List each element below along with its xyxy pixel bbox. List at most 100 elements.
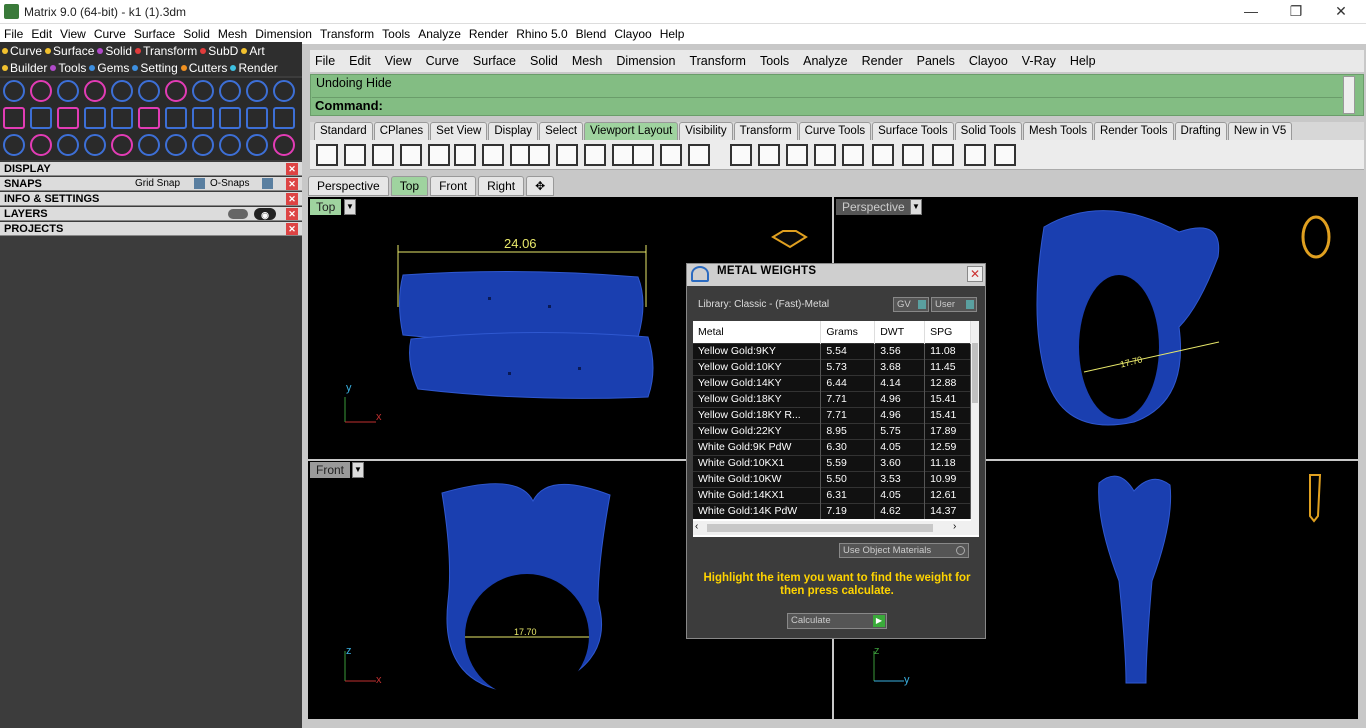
viewport-tab-top[interactable]: Top xyxy=(390,176,429,196)
menu-item-solid[interactable]: Solid xyxy=(183,27,210,41)
gv-toggle[interactable]: GV xyxy=(893,297,929,312)
layout-tool-icon[interactable] xyxy=(528,144,550,166)
matrix-tool-icon[interactable] xyxy=(3,107,25,129)
matrix-tool-icon[interactable] xyxy=(192,107,214,129)
matrix-tool-icon[interactable] xyxy=(192,134,214,156)
toolbar-tab-transform[interactable]: Transform xyxy=(733,122,798,140)
osnaps-toggle[interactable]: O-Snaps xyxy=(210,177,249,191)
matrix-tool-icon[interactable] xyxy=(192,80,214,102)
menu-item-mesh[interactable]: Mesh xyxy=(218,27,247,41)
toolbar-tab-visibility[interactable]: Visibility xyxy=(679,122,733,140)
toolbar-tab-display[interactable]: Display xyxy=(488,122,539,140)
layout-tool-icon[interactable] xyxy=(316,144,338,166)
layers-section[interactable]: LAYERS ◉ ✕ xyxy=(0,207,302,221)
matrix-tool-icon[interactable] xyxy=(219,134,241,156)
layout-tool-icon[interactable] xyxy=(902,144,924,166)
matrix-tab-setting[interactable]: Setting xyxy=(132,61,178,75)
layout-tool-icon[interactable] xyxy=(730,144,752,166)
toolbar-tab-new-in-v5[interactable]: New in V5 xyxy=(1227,122,1293,140)
maximize-button[interactable]: ❐ xyxy=(1273,0,1319,24)
grid-snap-toggle[interactable]: Grid Snap xyxy=(135,177,180,191)
viewport-tab-front[interactable]: Front xyxy=(430,176,477,196)
column-header-metal[interactable]: Metal xyxy=(693,321,822,343)
lock-icon[interactable] xyxy=(228,209,248,219)
chevron-left-icon[interactable]: ‹ xyxy=(695,521,698,532)
matrix-tool-icon[interactable] xyxy=(273,134,295,156)
matrix-tool-icon[interactable] xyxy=(165,134,187,156)
column-header-dwt[interactable]: DWT xyxy=(874,321,926,343)
matrix-tool-icon[interactable] xyxy=(3,80,25,102)
menu-item-curve[interactable]: Curve xyxy=(94,27,126,41)
table-hscrollbar[interactable]: ‹ › xyxy=(693,521,979,535)
layout-tool-icon[interactable] xyxy=(344,144,366,166)
matrix-tool-icon[interactable] xyxy=(219,107,241,129)
table-row[interactable]: White Gold:10KW 5.50 3.53 10.99 xyxy=(693,470,971,487)
menu-item-rhino-5-0[interactable]: Rhino 5.0 xyxy=(516,27,567,41)
layout-tool-icon[interactable] xyxy=(994,144,1016,166)
layout-tool-icon[interactable] xyxy=(842,144,864,166)
matrix-tab-render[interactable]: Render xyxy=(230,61,278,75)
matrix-tab-gems[interactable]: Gems xyxy=(89,61,129,75)
table-row[interactable]: Yellow Gold:9KY 5.54 3.56 11.08 xyxy=(693,342,971,359)
toolbar-tab-set-view[interactable]: Set View xyxy=(430,122,488,140)
matrix-tool-icon[interactable] xyxy=(84,134,106,156)
layout-tool-icon[interactable] xyxy=(612,144,634,166)
toolbar-tab-curve-tools[interactable]: Curve Tools xyxy=(798,122,872,140)
matrix-tool-icon[interactable] xyxy=(111,80,133,102)
table-row[interactable]: Yellow Gold:22KY 8.95 5.75 17.89 xyxy=(693,422,971,439)
user-toggle[interactable]: User xyxy=(931,297,977,312)
matrix-tab-surface[interactable]: Surface xyxy=(45,44,94,58)
menu-item-analyze[interactable]: Analyze xyxy=(418,27,461,41)
table-row[interactable]: White Gold:14KX1 6.31 4.05 12.61 xyxy=(693,486,971,503)
column-header-grams[interactable]: Grams xyxy=(820,321,876,343)
minimize-button[interactable]: — xyxy=(1228,0,1274,24)
toolbar-tab-viewport-layout[interactable]: Viewport Layout xyxy=(584,122,679,140)
rhino-menu-mesh[interactable]: Mesh xyxy=(572,54,603,68)
close-icon[interactable]: ✕ xyxy=(286,208,298,220)
rhino-menu-solid[interactable]: Solid xyxy=(530,54,558,68)
rhino-menu-tools[interactable]: Tools xyxy=(760,54,789,68)
matrix-tool-icon[interactable] xyxy=(57,134,79,156)
viewport-tab-perspective[interactable]: Perspective xyxy=(308,176,389,196)
toolbar-tab-surface-tools[interactable]: Surface Tools xyxy=(872,122,954,140)
chevron-right-icon[interactable]: › xyxy=(953,521,956,532)
layout-tool-icon[interactable] xyxy=(584,144,606,166)
close-icon[interactable]: ✕ xyxy=(286,163,298,175)
menu-item-view[interactable]: View xyxy=(60,27,86,41)
display-section[interactable]: DISPLAY ✕ xyxy=(0,162,302,176)
rhino-menu-view[interactable]: View xyxy=(385,54,412,68)
add-viewport-icon[interactable]: ✥ xyxy=(526,176,555,196)
menu-item-edit[interactable]: Edit xyxy=(31,27,52,41)
matrix-tool-icon[interactable] xyxy=(273,107,295,129)
menu-item-clayoo[interactable]: Clayoo xyxy=(614,27,651,41)
table-row[interactable]: Yellow Gold:10KY 5.73 3.68 11.45 xyxy=(693,358,971,375)
layout-tool-icon[interactable] xyxy=(482,144,504,166)
menu-item-dimension[interactable]: Dimension xyxy=(255,27,312,41)
rhino-menu-clayoo[interactable]: Clayoo xyxy=(969,54,1008,68)
metal-table[interactable]: Metal Grams DWT SPG Yellow Gold:9KY 5.54 3.56… xyxy=(693,321,979,537)
table-row[interactable]: White Gold:10KX1 5.59 3.60 11.18 xyxy=(693,454,971,471)
layout-tool-icon[interactable] xyxy=(786,144,808,166)
matrix-tool-icon[interactable] xyxy=(273,80,295,102)
rhino-menu-render[interactable]: Render xyxy=(862,54,903,68)
command-input[interactable] xyxy=(312,97,1342,114)
info-settings-section[interactable]: INFO & SETTINGS ✕ xyxy=(0,192,302,206)
toolbar-tab-render-tools[interactable]: Render Tools xyxy=(1093,122,1174,140)
matrix-tool-icon[interactable] xyxy=(111,134,133,156)
menu-item-tools[interactable]: Tools xyxy=(382,27,410,41)
menu-item-file[interactable]: File xyxy=(4,27,23,41)
close-icon[interactable]: ✕ xyxy=(286,178,298,190)
table-row[interactable]: Yellow Gold:18KY R... 7.71 4.96 15.41 xyxy=(693,406,971,423)
layout-tool-icon[interactable] xyxy=(814,144,836,166)
layout-tool-icon[interactable] xyxy=(400,144,422,166)
toolbar-tab-cplanes[interactable]: CPlanes xyxy=(373,122,430,140)
menu-item-render[interactable]: Render xyxy=(469,27,508,41)
toolbar-tab-drafting[interactable]: Drafting xyxy=(1174,122,1227,140)
column-header-spg[interactable]: SPG xyxy=(924,321,971,343)
matrix-tool-icon[interactable] xyxy=(138,80,160,102)
matrix-tool-icon[interactable] xyxy=(30,134,52,156)
layout-tool-icon[interactable] xyxy=(758,144,780,166)
layout-tool-icon[interactable] xyxy=(428,144,450,166)
close-icon[interactable]: ✕ xyxy=(967,266,983,282)
eye-icon[interactable]: ◉ xyxy=(254,208,276,220)
